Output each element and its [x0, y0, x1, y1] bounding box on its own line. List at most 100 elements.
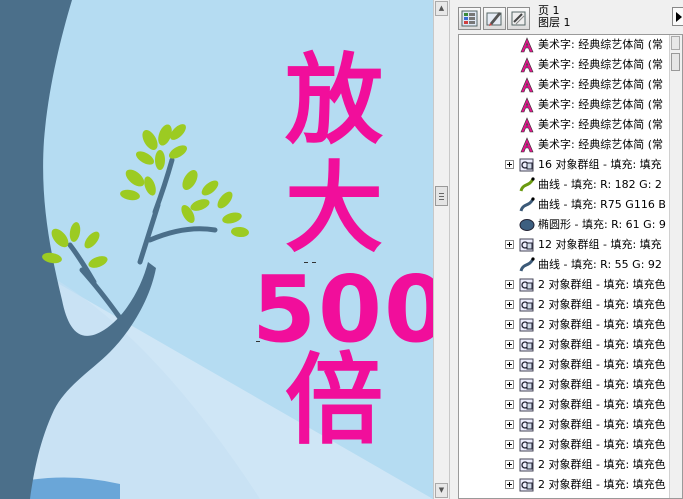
selection-handle[interactable] [312, 262, 316, 263]
object-tree-row[interactable]: 2 对象群组 - 填充: 填充色 [459, 355, 671, 375]
object-manager-panel: 页 1 图层 1 美术字: 经典综艺体简 (常 美术字: 经典综艺体简 (常 美术字… [450, 0, 683, 499]
expand-toggle-icon[interactable] [505, 400, 514, 409]
object-tree-row[interactable]: 曲线 - 填充: R75 G116 B [459, 195, 671, 215]
expand-toggle-icon[interactable] [505, 300, 514, 309]
object-tree-row[interactable]: 2 对象群组 - 填充: 填充色 [459, 455, 671, 475]
curve-icon [519, 197, 535, 213]
tree-scrollbar[interactable] [669, 35, 682, 498]
object-tree-row[interactable]: 2 对象群组 - 填充: 填充色 [459, 435, 671, 455]
object-tree-row-label: 曲线 - 填充: R75 G116 B [538, 198, 666, 211]
object-tree-row-label: 美术字: 经典综艺体简 (常 [538, 58, 663, 71]
expand-toggle-icon[interactable] [505, 340, 514, 349]
object-tree-row[interactable]: 2 对象群组 - 填充: 填充色 [459, 335, 671, 355]
object-tree-row-label: 2 对象群组 - 填充: 填充色 [538, 298, 666, 311]
artistic-text-icon [519, 37, 535, 53]
object-tree-row[interactable]: 2 对象群组 - 填充: 填充色 [459, 295, 671, 315]
object-tree-row[interactable]: 2 对象群组 - 填充: 填充色 [459, 475, 671, 495]
object-tree-row-label: 椭圆形 - 填充: R: 61 G: 9 [538, 218, 666, 231]
object-tree-row[interactable]: 2 对象群组 - 填充: 填充色 [459, 395, 671, 415]
artwork-text-fang[interactable]: 放 [274, 52, 394, 150]
object-tree-row[interactable]: 美术字: 经典综艺体简 (常 [459, 35, 671, 55]
object-tree-row[interactable]: 美术字: 经典综艺体简 (常 [459, 115, 671, 135]
object-tree-row-label: 12 对象群组 - 填充: 填充 [538, 238, 662, 251]
object-tree-row-label: 2 对象群组 - 填充: 填充色 [538, 398, 666, 411]
object-tree-row[interactable]: 美术字: 经典综艺体简 (常 [459, 75, 671, 95]
object-group-icon [519, 477, 535, 493]
object-group-icon [519, 157, 535, 173]
scroll-up-button[interactable]: ▲ [435, 1, 448, 16]
object-group-icon [519, 457, 535, 473]
layer-label: 图层 1 [538, 16, 571, 29]
object-group-icon [519, 277, 535, 293]
object-tree-row-label: 美术字: 经典综艺体简 (常 [538, 118, 663, 131]
object-group-icon [519, 237, 535, 253]
artistic-text-icon [519, 57, 535, 73]
expand-toggle-icon[interactable] [505, 320, 514, 329]
object-group-icon [519, 337, 535, 353]
artwork-text-da[interactable]: 大 [274, 160, 394, 258]
object-tree-row-label: 2 对象群组 - 填充: 填充色 [538, 418, 666, 431]
object-tree[interactable]: 美术字: 经典综艺体简 (常 美术字: 经典综艺体简 (常 美术字: 经典综艺体简 … [458, 34, 683, 499]
curve-icon [519, 177, 535, 193]
object-group-icon [519, 417, 535, 433]
scroll-down-button[interactable]: ▼ [435, 483, 448, 498]
expand-toggle-icon[interactable] [505, 420, 514, 429]
tree-scroll-up-button[interactable] [671, 36, 680, 50]
object-tree-row[interactable]: 16 对象群组 - 填充: 填充 [459, 155, 671, 175]
layer-manager-button[interactable] [507, 7, 530, 30]
object-group-icon [519, 437, 535, 453]
object-tree-row-label: 2 对象群组 - 填充: 填充色 [538, 358, 666, 371]
object-tree-row[interactable]: 2 对象群组 - 填充: 填充色 [459, 315, 671, 335]
layer-manager-icon [511, 11, 526, 26]
ellipse-icon [519, 217, 535, 233]
expand-toggle-icon[interactable] [505, 280, 514, 289]
artistic-text-icon [519, 137, 535, 153]
show-properties-button[interactable] [458, 7, 481, 30]
object-tree-row-label: 美术字: 经典综艺体简 (常 [538, 138, 663, 151]
artwork-text-bei[interactable]: 倍 [274, 352, 394, 450]
object-tree-row-label: 美术字: 经典综艺体简 (常 [538, 38, 663, 51]
artistic-text-icon [519, 77, 535, 93]
edit-across-layers-button[interactable] [483, 7, 506, 30]
panel-menu-arrow-button[interactable] [672, 7, 683, 26]
object-tree-row[interactable]: 12 对象群组 - 填充: 填充 [459, 235, 671, 255]
object-tree-row-label: 美术字: 经典综艺体简 (常 [538, 98, 663, 111]
object-tree-row[interactable]: 曲线 - 填充: R: 55 G: 92 [459, 255, 671, 275]
selection-handle[interactable] [256, 341, 260, 342]
show-properties-icon [461, 10, 478, 27]
object-tree-row-label: 2 对象群组 - 填充: 填充色 [538, 458, 666, 471]
artwork-text-500[interactable]: 500 [252, 264, 433, 356]
scrollbar-thumb[interactable] [435, 186, 448, 206]
object-group-icon [519, 377, 535, 393]
object-tree-row[interactable]: 2 对象群组 - 填充: 填充色 [459, 275, 671, 295]
object-group-icon [519, 297, 535, 313]
expand-toggle-icon[interactable] [505, 240, 514, 249]
object-tree-row[interactable]: 美术字: 经典综艺体简 (常 [459, 55, 671, 75]
edit-across-layers-icon [486, 12, 502, 26]
object-tree-row[interactable]: 美术字: 经典综艺体简 (常 [459, 95, 671, 115]
object-group-icon [519, 357, 535, 373]
drawing-canvas[interactable]: 放 大 500 倍 [0, 0, 433, 499]
selection-handle[interactable] [304, 262, 308, 263]
expand-toggle-icon[interactable] [505, 440, 514, 449]
artistic-text-icon [519, 117, 535, 133]
object-tree-row-label: 16 对象群组 - 填充: 填充 [538, 158, 662, 171]
tree-scrollbar-thumb[interactable] [671, 53, 680, 71]
artistic-text-icon [519, 97, 535, 113]
object-group-icon [519, 397, 535, 413]
expand-toggle-icon[interactable] [505, 360, 514, 369]
object-tree-row[interactable]: 2 对象群组 - 填充: 填充色 [459, 415, 671, 435]
object-tree-row-label: 曲线 - 填充: R: 55 G: 92 [538, 258, 662, 271]
object-tree-row[interactable]: 美术字: 经典综艺体简 (常 [459, 135, 671, 155]
object-tree-row-label: 2 对象群组 - 填充: 填充色 [538, 438, 666, 451]
expand-toggle-icon[interactable] [505, 460, 514, 469]
expand-toggle-icon[interactable] [505, 380, 514, 389]
object-tree-row[interactable]: 曲线 - 填充: R: 182 G: 2 [459, 175, 671, 195]
expand-toggle-icon[interactable] [505, 160, 514, 169]
object-group-icon [519, 317, 535, 333]
object-tree-row[interactable]: 椭圆形 - 填充: R: 61 G: 9 [459, 215, 671, 235]
object-tree-row[interactable]: 2 对象群组 - 填充: 填充色 [459, 375, 671, 395]
object-tree-row-label: 2 对象群组 - 填充: 填充色 [538, 478, 666, 491]
canvas-vertical-scrollbar[interactable]: ▲ ▼ [433, 0, 450, 499]
expand-toggle-icon[interactable] [505, 480, 514, 489]
